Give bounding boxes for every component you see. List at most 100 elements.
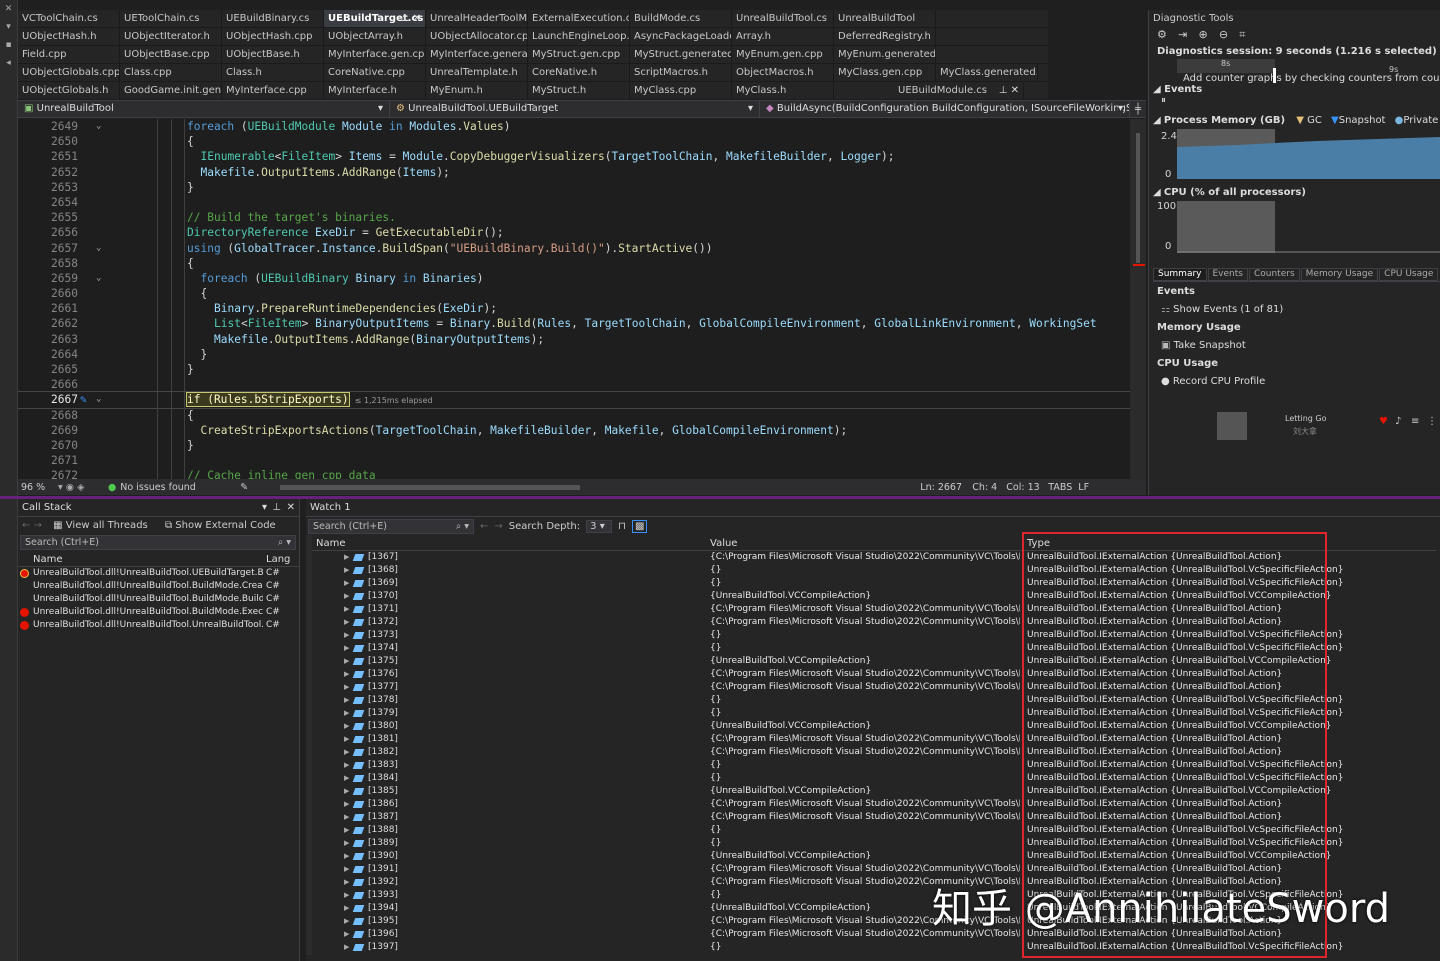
- watch-item-value[interactable]: {C:\Program Files\Microsoft Visual Studi…: [710, 811, 1020, 824]
- watch-item-value[interactable]: {}: [710, 707, 1020, 720]
- watch-item-value[interactable]: {}: [710, 941, 1020, 954]
- call-stack-frame[interactable]: UnrealBuildTool.dll!UnrealBuildTool.Unre…: [18, 619, 299, 632]
- code-line[interactable]: 2649 ⌄ foreach (UEBuildModule Module in Mo…: [18, 119, 1146, 135]
- line-number[interactable]: 2672: [18, 468, 78, 479]
- expand-icon[interactable]: ▶: [344, 785, 349, 798]
- document-tab[interactable]: ObjectMacros.h: [732, 64, 834, 81]
- zoom-dropdown-icon[interactable]: ▾ ◉ ◈: [58, 482, 108, 493]
- code-line[interactable]: 2668 {: [18, 407, 1146, 423]
- expand-icon[interactable]: ▶: [344, 915, 349, 928]
- call-stack-frame[interactable]: UnrealBuildTool.dll!UnrealBuildTool.Buil…: [18, 580, 299, 593]
- expand-icon[interactable]: ▶: [344, 850, 349, 863]
- line-number[interactable]: 2653: [18, 180, 78, 195]
- line-number[interactable]: 2666: [18, 377, 78, 392]
- expand-icon[interactable]: ▶: [344, 876, 349, 889]
- scroll-thumb[interactable]: [1136, 133, 1140, 263]
- document-tab[interactable]: UEBuildModule.cs ⊥ ✕: [894, 82, 1024, 99]
- column-lang[interactable]: Lang: [266, 552, 290, 567]
- expand-icon[interactable]: ▶: [344, 681, 349, 694]
- line-number[interactable]: 2660: [18, 286, 78, 301]
- view-all-threads-button[interactable]: View all Threads: [66, 520, 148, 531]
- line-number[interactable]: 2652: [18, 165, 78, 180]
- document-tab[interactable]: MyStruct.gen.cpp: [528, 46, 630, 63]
- watch-item-value[interactable]: {C:\Program Files\Microsoft Visual Studi…: [710, 863, 1020, 876]
- document-tab[interactable]: MyClass.cpp: [630, 82, 732, 99]
- expand-icon[interactable]: ▶: [344, 616, 349, 629]
- code-line[interactable]: 2661 Binary.PrepareRuntimeDependencies(Ex…: [18, 301, 1146, 317]
- watch-item-value[interactable]: {}: [710, 577, 1020, 590]
- line-number[interactable]: 2670: [18, 438, 78, 453]
- search-icon[interactable]: ⌕ ▾: [456, 520, 469, 533]
- document-tab[interactable]: UObjectHash.cpp: [222, 28, 324, 45]
- expand-icon[interactable]: ▶: [344, 759, 349, 772]
- watch-item-value[interactable]: {}: [710, 772, 1020, 785]
- member-dropdown[interactable]: ◆ BuildAsync(BuildConfiguration BuildCon…: [760, 101, 1130, 117]
- call-stack-frame[interactable]: UnrealBuildTool.dll!UnrealBuildTool.Buil…: [18, 593, 299, 606]
- expand-icon[interactable]: ▶: [344, 811, 349, 824]
- code-line[interactable]: 2662 List<FileItem> BinaryOutputItems = B…: [18, 316, 1146, 332]
- document-tab[interactable]: UObjectArray.h: [324, 28, 426, 45]
- call-stack-search[interactable]: Search (Ctrl+E) ⌕ ▾: [20, 535, 296, 550]
- code-line[interactable]: 2664}: [18, 346, 1146, 362]
- diag-tab[interactable]: Counters: [1248, 268, 1300, 281]
- code-line[interactable]: 2671: [18, 453, 1146, 469]
- document-tab[interactable]: MyInterface.h: [324, 82, 426, 99]
- brush-icon[interactable]: ✎: [240, 482, 260, 493]
- watch-item-value[interactable]: {C:\Program Files\Microsoft Visual Studi…: [710, 668, 1020, 681]
- back-icon[interactable]: ←: [480, 521, 488, 532]
- memory-graph[interactable]: 2.4 0: [1149, 129, 1440, 181]
- watch-item-value[interactable]: {}: [710, 629, 1020, 642]
- diag-tab[interactable]: Summary: [1153, 268, 1207, 281]
- edit-icon[interactable]: ✎: [80, 392, 87, 407]
- document-tab[interactable]: MyInterface.gen.cpp: [324, 46, 426, 63]
- timeline-selection[interactable]: 8s: [1177, 59, 1275, 73]
- hex-display-icon[interactable]: ▩: [631, 519, 648, 533]
- document-tab[interactable]: MyEnum.h: [426, 82, 528, 99]
- expand-icon[interactable]: ▶: [344, 941, 349, 954]
- zoom-level[interactable]: 96 %: [18, 482, 58, 493]
- watch-item-value[interactable]: {C:\Program Files\Microsoft Visual Studi…: [710, 616, 1020, 629]
- expand-icon[interactable]: ▶: [344, 889, 349, 902]
- document-tab[interactable]: UnrealHeaderToolMode.cs: [426, 10, 528, 27]
- cpu-header[interactable]: ◢ CPU (% of all processors): [1149, 187, 1440, 201]
- document-tab[interactable]: UObjectBase.cpp: [120, 46, 222, 63]
- watch-search[interactable]: Search (Ctrl+E) ⌕ ▾: [308, 518, 474, 534]
- search-depth-select[interactable]: 3 ▾: [586, 519, 613, 533]
- document-tab[interactable]: MyClass.generated.h: [936, 64, 1038, 81]
- document-tab[interactable]: MyStruct.generated.h: [630, 46, 732, 63]
- back-icon[interactable]: ←: [22, 520, 30, 531]
- export-icon[interactable]: ⇥: [1178, 28, 1187, 41]
- code-line[interactable]: 2660 {: [18, 286, 1146, 302]
- playlist-icon[interactable]: ≡: [1411, 416, 1419, 427]
- expand-icon[interactable]: ▶: [344, 720, 349, 733]
- document-tab[interactable]: Class.h: [222, 64, 324, 81]
- expand-icon[interactable]: ▶: [344, 629, 349, 642]
- document-tab[interactable]: DeferredRegistry.h: [834, 28, 936, 45]
- line-number[interactable]: 2656: [18, 225, 78, 240]
- document-tab[interactable]: Class.cpp: [120, 64, 222, 81]
- dropdown-icon[interactable]: ▾: [262, 499, 267, 517]
- pin-icon[interactable]: ⊥: [272, 499, 281, 517]
- editor-scrollbar[interactable]: [1130, 119, 1146, 479]
- document-tab[interactable]: Array.h: [732, 28, 834, 45]
- document-tab[interactable]: UObjectBase.h: [222, 46, 324, 63]
- indent-mode[interactable]: TABS: [1048, 482, 1078, 493]
- column-name[interactable]: Name: [33, 554, 63, 565]
- watch-item-value[interactable]: {C:\Program Files\Microsoft Visual Studi…: [710, 733, 1020, 746]
- watch-item-value[interactable]: {UnrealBuildTool.VCCompileAction}: [710, 590, 1020, 603]
- code-line[interactable]: 2672 // Cache inline gen cpp data: [18, 468, 1146, 479]
- expand-icon[interactable]: ▶: [344, 577, 349, 590]
- diag-tab[interactable]: CPU Usage: [1379, 268, 1439, 281]
- expand-icon[interactable]: ▶: [344, 824, 349, 837]
- document-tab[interactable]: MyEnum.generated.h: [834, 46, 936, 63]
- code-line[interactable]: 2665}: [18, 362, 1146, 378]
- line-number[interactable]: 2654: [18, 195, 78, 210]
- expand-icon[interactable]: ▶: [344, 837, 349, 850]
- take-snapshot-button[interactable]: ▣ Take Snapshot: [1149, 336, 1440, 354]
- document-tab[interactable]: CoreNative.h: [528, 64, 630, 81]
- call-stack-frame[interactable]: UnrealBuildTool.dll!UnrealBuildTool.Buil…: [18, 606, 299, 619]
- document-tab[interactable]: UnrealBuildTool: [834, 10, 936, 27]
- document-tab[interactable]: UEToolChain.cs: [120, 10, 222, 27]
- code-line[interactable]: 2651 IEnumerable<FileItem> Items = Module…: [18, 149, 1146, 165]
- split-editor-icon[interactable]: ╪: [1130, 104, 1146, 115]
